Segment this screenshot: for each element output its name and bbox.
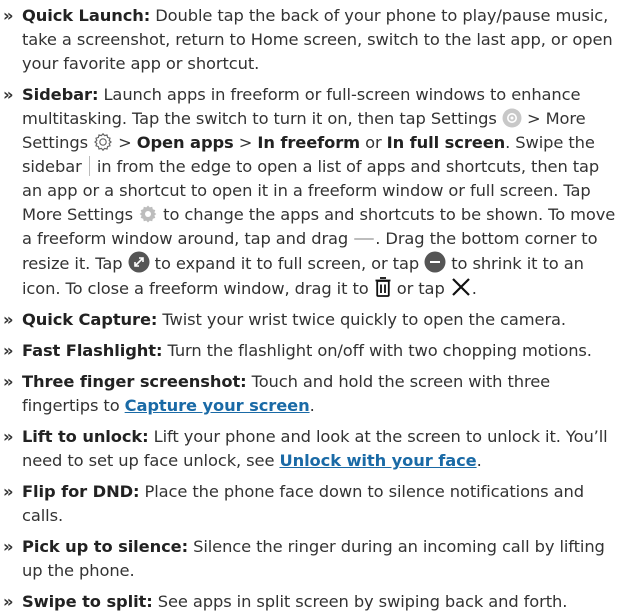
term: Lift to unlock: [22, 427, 149, 446]
term: Fast Flashlight: [22, 341, 163, 360]
list-item-quick-launch: » Quick Launch: Double tap the back of y… [0, 4, 620, 76]
trash-icon [374, 276, 392, 298]
term: Sidebar: [22, 85, 99, 104]
description: Twist your wrist twice quickly to open t… [157, 310, 567, 329]
list-item-pick-up-to-silence: » Pick up to silence: Silence the ringer… [0, 535, 620, 583]
bullet: » [3, 372, 14, 391]
sidebar-handle-icon [88, 156, 90, 176]
description: See apps in split screen by swiping back… [152, 592, 568, 611]
description: to expand it to full screen, or tap [149, 254, 425, 273]
description: Launch apps in freeform or full-screen w… [22, 85, 581, 128]
bullet: » [3, 537, 14, 556]
term: Pick up to silence: [22, 537, 189, 556]
bullet: » [3, 85, 14, 104]
description: . [476, 451, 482, 470]
bullet: » [3, 341, 14, 360]
list-item-lift-to-unlock: » Lift to unlock: Lift your phone and lo… [0, 425, 620, 473]
description: > [233, 133, 258, 152]
settings-circle-icon [502, 108, 522, 128]
gear-filled-icon [138, 204, 158, 224]
unlock-with-your-face-link[interactable]: Unlock with your face [279, 451, 476, 470]
menu-path-in-freeform: In freeform [257, 133, 361, 152]
description: Turn the flashlight on/off with two chop… [162, 341, 592, 360]
description: > [113, 133, 137, 152]
term: Swipe to split: [22, 592, 153, 611]
bullet: » [3, 482, 14, 501]
menu-path-in-full-screen: In full screen [386, 133, 506, 152]
list-item-quick-capture: » Quick Capture: Twist your wrist twice … [0, 308, 620, 332]
feature-list: » Quick Launch: Double tap the back of y… [0, 0, 620, 614]
term: Flip for DND: [22, 482, 140, 501]
list-item-swipe-to-split: » Swipe to split: See apps in split scre… [0, 590, 620, 614]
bullet: » [3, 310, 14, 329]
menu-path-open-apps: Open apps [136, 133, 234, 152]
minimize-icon [424, 251, 446, 273]
bullet: » [3, 592, 14, 611]
term: Quick Capture: [22, 310, 158, 329]
gear-outline-icon [93, 132, 113, 152]
list-item-fast-flashlight: » Fast Flashlight: Turn the flashlight o… [0, 339, 620, 363]
list-item-flip-for-dnd: » Flip for DND: Place the phone face dow… [0, 480, 620, 528]
term: Three finger screenshot: [22, 372, 247, 391]
description: or [360, 133, 387, 152]
list-item-sidebar: » Sidebar: Launch apps in freeform or fu… [0, 83, 620, 301]
bullet: » [3, 6, 14, 25]
description: . [471, 279, 477, 298]
term: Quick Launch: [22, 6, 151, 25]
description: . [309, 396, 315, 415]
list-item-three-finger-screenshot: » Three finger screenshot: Touch and hol… [0, 370, 620, 418]
drag-handle-icon [353, 228, 375, 248]
description: or tap [391, 279, 450, 298]
capture-your-screen-link[interactable]: Capture your screen [125, 396, 310, 415]
close-icon [450, 276, 472, 298]
expand-icon [128, 251, 150, 273]
bullet: » [3, 427, 14, 446]
